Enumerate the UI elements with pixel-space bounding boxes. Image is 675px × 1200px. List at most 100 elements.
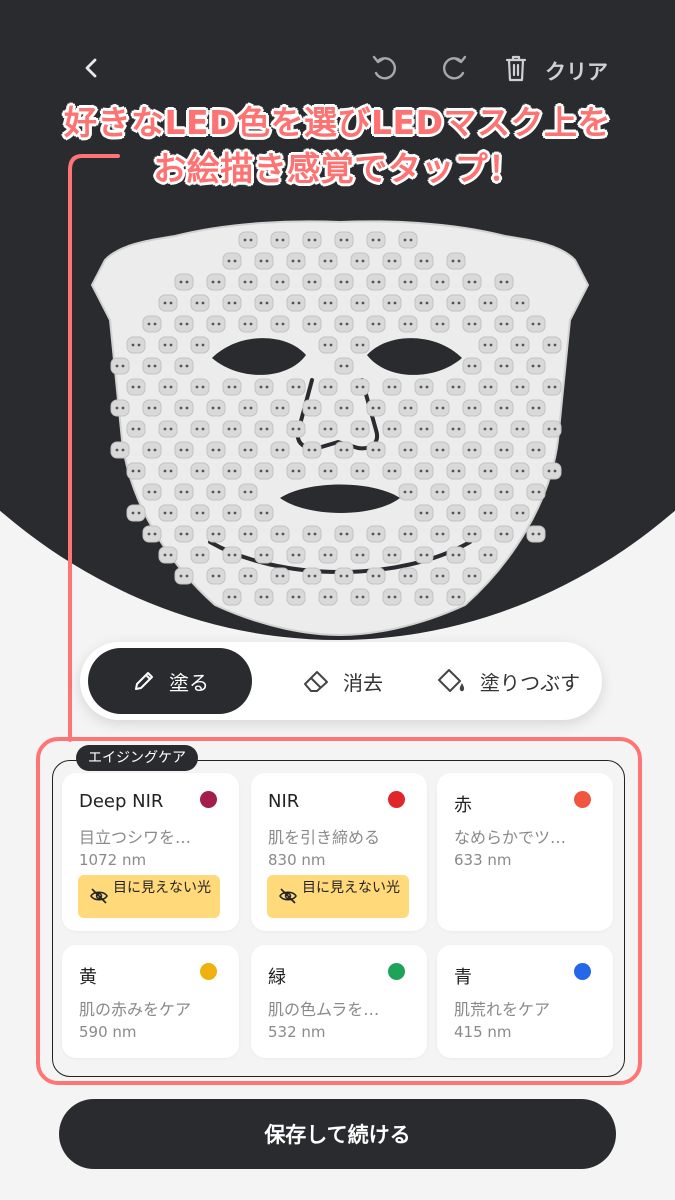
led-dot[interactable] xyxy=(382,546,402,564)
led-dot[interactable] xyxy=(126,462,146,480)
led-dot[interactable] xyxy=(222,294,242,312)
led-dot[interactable] xyxy=(398,399,418,417)
undo-button[interactable] xyxy=(366,50,402,86)
led-dot[interactable] xyxy=(270,399,290,417)
led-dot[interactable] xyxy=(398,441,418,459)
led-dot[interactable] xyxy=(286,294,306,312)
led-dot[interactable] xyxy=(478,504,498,522)
led-dot[interactable] xyxy=(510,462,530,480)
led-dot[interactable] xyxy=(318,462,338,480)
led-dot[interactable] xyxy=(398,525,418,543)
led-dot[interactable] xyxy=(238,483,258,501)
led-dot[interactable] xyxy=(478,462,498,480)
led-dot[interactable] xyxy=(494,525,514,543)
led-dot[interactable] xyxy=(222,252,242,270)
led-dot[interactable] xyxy=(318,588,338,606)
led-dot[interactable] xyxy=(286,546,306,564)
led-dot[interactable] xyxy=(254,378,274,396)
led-dot[interactable] xyxy=(334,441,354,459)
led-dot[interactable] xyxy=(270,273,290,291)
led-dot[interactable] xyxy=(318,336,338,354)
led-dot[interactable] xyxy=(462,399,482,417)
led-dot[interactable] xyxy=(286,588,306,606)
led-dot[interactable] xyxy=(350,294,370,312)
led-dot[interactable] xyxy=(446,252,466,270)
led-dot[interactable] xyxy=(158,336,178,354)
led-dot[interactable] xyxy=(286,420,306,438)
led-dot[interactable] xyxy=(542,462,562,480)
led-dot[interactable] xyxy=(446,378,466,396)
led-dot[interactable] xyxy=(494,273,514,291)
led-dot[interactable] xyxy=(350,546,370,564)
led-dot[interactable] xyxy=(366,231,386,249)
led-dot[interactable] xyxy=(270,567,290,585)
save-continue-button[interactable]: 保存して続ける xyxy=(59,1099,616,1169)
led-dot[interactable] xyxy=(302,231,322,249)
led-dot[interactable] xyxy=(366,567,386,585)
led-dot[interactable] xyxy=(334,315,354,333)
led-dot[interactable] xyxy=(174,273,194,291)
led-dot[interactable] xyxy=(542,420,562,438)
led-dot[interactable] xyxy=(126,420,146,438)
led-dot[interactable] xyxy=(142,483,162,501)
led-dot[interactable] xyxy=(398,567,418,585)
led-dot[interactable] xyxy=(446,420,466,438)
led-dot[interactable] xyxy=(110,399,130,417)
led-dot[interactable] xyxy=(478,420,498,438)
led-dot[interactable] xyxy=(414,378,434,396)
clear-button[interactable]: クリア xyxy=(545,56,608,86)
led-dot[interactable] xyxy=(206,567,226,585)
led-dot[interactable] xyxy=(238,441,258,459)
led-dot[interactable] xyxy=(190,420,210,438)
led-dot[interactable] xyxy=(238,315,258,333)
led-dot[interactable] xyxy=(302,441,322,459)
led-dot[interactable] xyxy=(318,420,338,438)
led-dot[interactable] xyxy=(366,525,386,543)
led-dot[interactable] xyxy=(446,546,466,564)
led-dot[interactable] xyxy=(142,441,162,459)
led-dot[interactable] xyxy=(158,462,178,480)
led-dot[interactable] xyxy=(190,336,210,354)
led-dot[interactable] xyxy=(318,378,338,396)
led-dot[interactable] xyxy=(142,315,162,333)
trash-button[interactable] xyxy=(498,50,534,86)
led-dot[interactable] xyxy=(254,504,274,522)
led-dot[interactable] xyxy=(142,525,162,543)
led-dot[interactable] xyxy=(126,378,146,396)
led-dot[interactable] xyxy=(382,420,402,438)
led-dot[interactable] xyxy=(478,336,498,354)
led-dot[interactable] xyxy=(526,525,546,543)
led-dot[interactable] xyxy=(462,357,482,375)
led-dot[interactable] xyxy=(158,420,178,438)
led-dot[interactable] xyxy=(510,420,530,438)
mode-fill-button[interactable]: 塗りつぶす xyxy=(428,648,588,714)
led-dot[interactable] xyxy=(414,462,434,480)
led-dot[interactable] xyxy=(158,546,178,564)
led-dot[interactable] xyxy=(190,462,210,480)
led-dot[interactable] xyxy=(350,588,370,606)
led-dot[interactable] xyxy=(462,483,482,501)
led-dot[interactable] xyxy=(430,567,450,585)
led-dot[interactable] xyxy=(222,462,242,480)
led-dot[interactable] xyxy=(334,357,354,375)
led-dot[interactable] xyxy=(190,504,210,522)
led-dot[interactable] xyxy=(526,483,546,501)
led-dot[interactable] xyxy=(318,252,338,270)
led-dot[interactable] xyxy=(222,504,242,522)
led-dot[interactable] xyxy=(542,378,562,396)
led-dot[interactable] xyxy=(366,399,386,417)
led-dot[interactable] xyxy=(430,483,450,501)
led-dot[interactable] xyxy=(158,378,178,396)
led-dot[interactable] xyxy=(222,546,242,564)
led-dot[interactable] xyxy=(110,441,130,459)
led-dot[interactable] xyxy=(526,399,546,417)
led-dot[interactable] xyxy=(430,273,450,291)
led-dot[interactable] xyxy=(190,294,210,312)
mode-paint-button[interactable]: 塗る xyxy=(88,648,252,714)
led-dot[interactable] xyxy=(510,294,530,312)
color-card-yellow[interactable]: 黄 肌の赤みをケア 590 nm xyxy=(62,945,239,1058)
led-dot[interactable] xyxy=(302,315,322,333)
led-dot[interactable] xyxy=(350,252,370,270)
led-dot[interactable] xyxy=(270,315,290,333)
led-dot[interactable] xyxy=(126,504,146,522)
